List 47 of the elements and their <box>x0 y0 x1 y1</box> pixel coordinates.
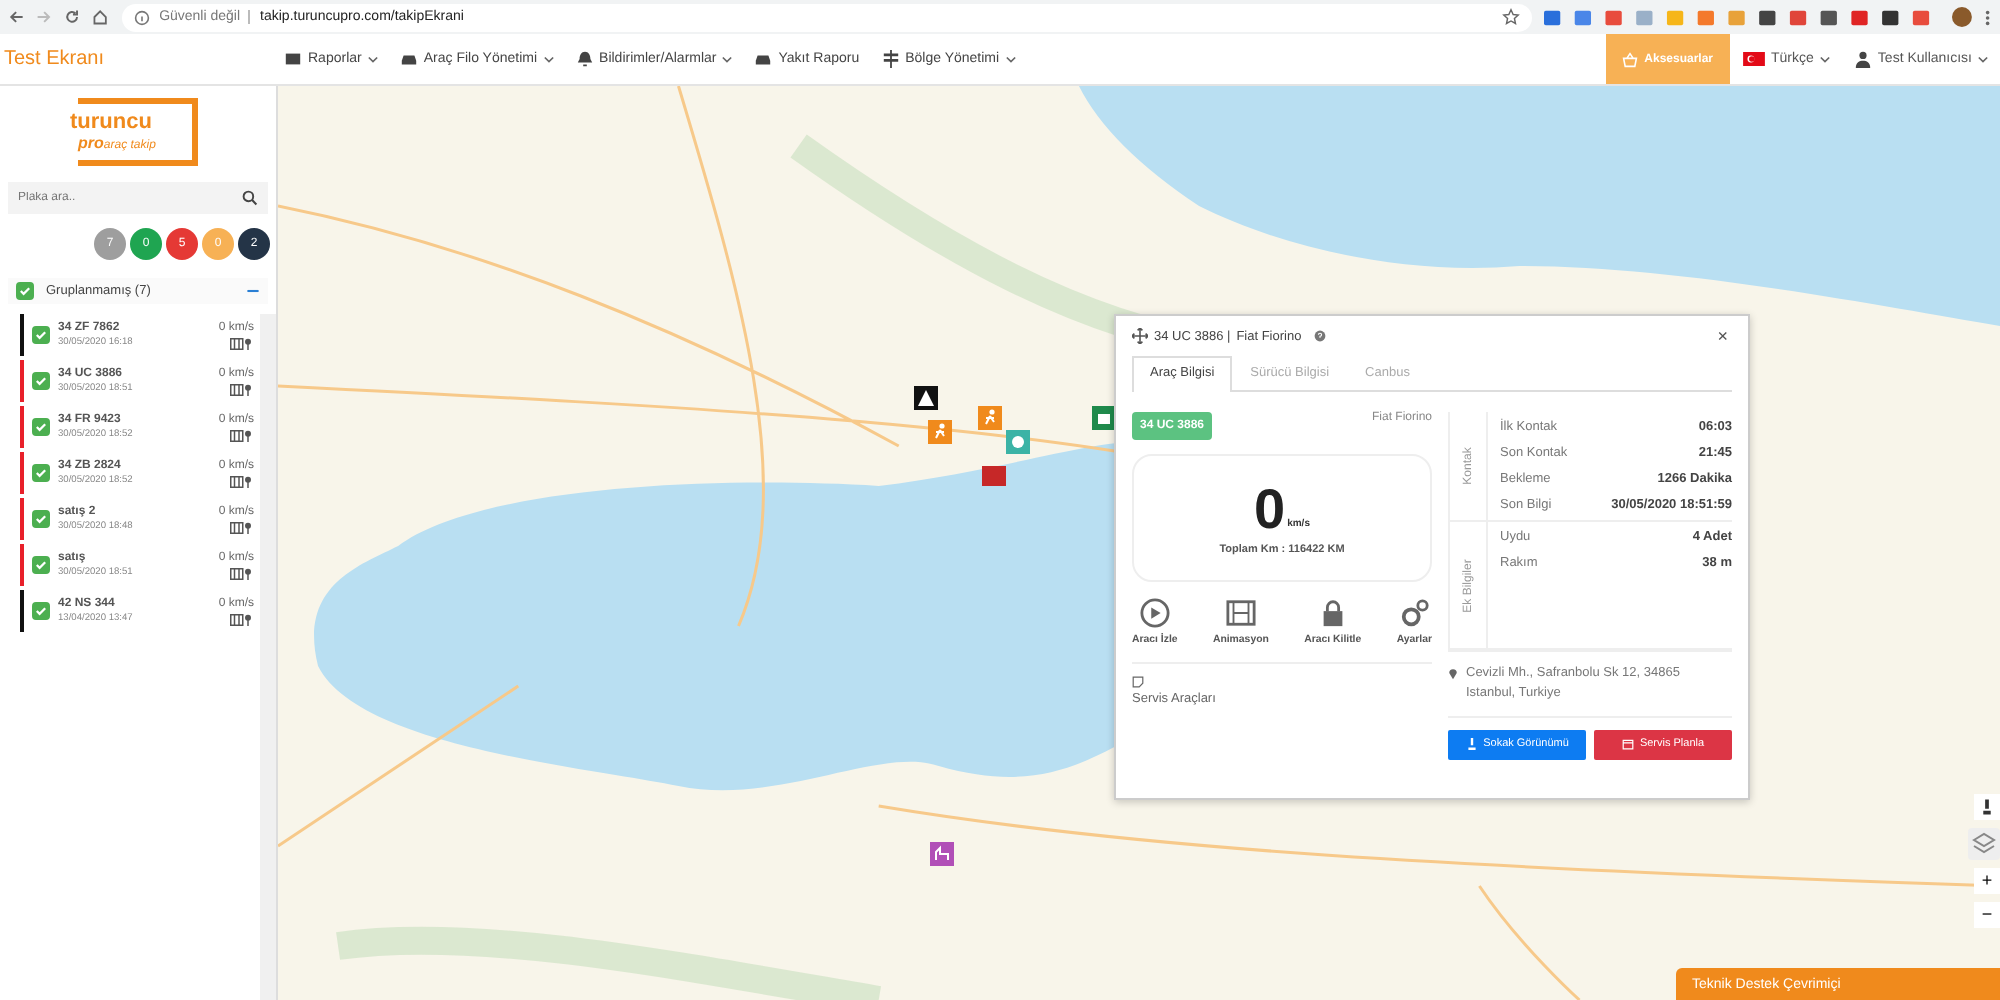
caret-icon <box>1819 55 1830 63</box>
close-button[interactable]: × <box>1713 326 1732 346</box>
checkbox[interactable] <box>32 556 50 574</box>
running-person-marker-icon[interactable] <box>978 406 1002 430</box>
action-icon <box>1139 598 1170 628</box>
search-icon <box>242 190 258 206</box>
film-pin-icon[interactable] <box>230 429 254 441</box>
flag-icon <box>1741 52 1766 66</box>
checkbox[interactable] <box>32 418 50 436</box>
warning-marker-icon[interactable] <box>914 386 938 410</box>
app-title: Test Ekranı <box>2 48 107 70</box>
zoom-out-button[interactable]: − <box>1974 902 2000 928</box>
scrollbar[interactable] <box>260 314 276 1000</box>
collapse-icon[interactable] <box>246 284 260 298</box>
note-icon <box>1132 676 1144 688</box>
checkbox[interactable] <box>16 282 34 300</box>
home-icon[interactable] <box>92 8 110 26</box>
menu-dots-icon[interactable] <box>1984 7 1992 27</box>
move-icon[interactable] <box>1132 328 1148 344</box>
film-pin-icon[interactable] <box>230 521 254 533</box>
checkbox[interactable] <box>32 326 50 344</box>
calendar-icon <box>1621 738 1634 750</box>
checkbox[interactable] <box>32 464 50 482</box>
film-pin-icon[interactable] <box>230 567 254 579</box>
checkbox[interactable] <box>32 510 50 528</box>
location-pin-icon <box>1448 666 1458 680</box>
pin-marker-icon[interactable] <box>1006 430 1030 454</box>
caret-icon <box>1978 55 1988 63</box>
film-pin-icon[interactable] <box>230 337 254 349</box>
reload-icon[interactable] <box>64 8 81 26</box>
running-person-marker-icon[interactable] <box>928 420 952 444</box>
action-icon <box>1225 598 1256 628</box>
action-icon <box>1399 598 1430 628</box>
checkbox[interactable] <box>32 602 50 620</box>
info-icon <box>133 9 150 25</box>
basket-icon <box>1622 51 1639 67</box>
film-pin-icon[interactable] <box>230 383 254 395</box>
avatar-icon[interactable] <box>1952 6 1973 28</box>
back-icon[interactable] <box>8 8 25 26</box>
user-icon <box>1853 50 1872 68</box>
star-icon[interactable] <box>1501 8 1520 26</box>
checkbox[interactable] <box>32 372 50 390</box>
zoom-in-button[interactable]: + <box>1974 868 2000 894</box>
film-pin-icon[interactable] <box>230 613 254 625</box>
speed-value: 0 <box>1254 481 1286 537</box>
help-icon[interactable] <box>1313 330 1326 342</box>
film-pin-icon[interactable] <box>230 475 254 487</box>
